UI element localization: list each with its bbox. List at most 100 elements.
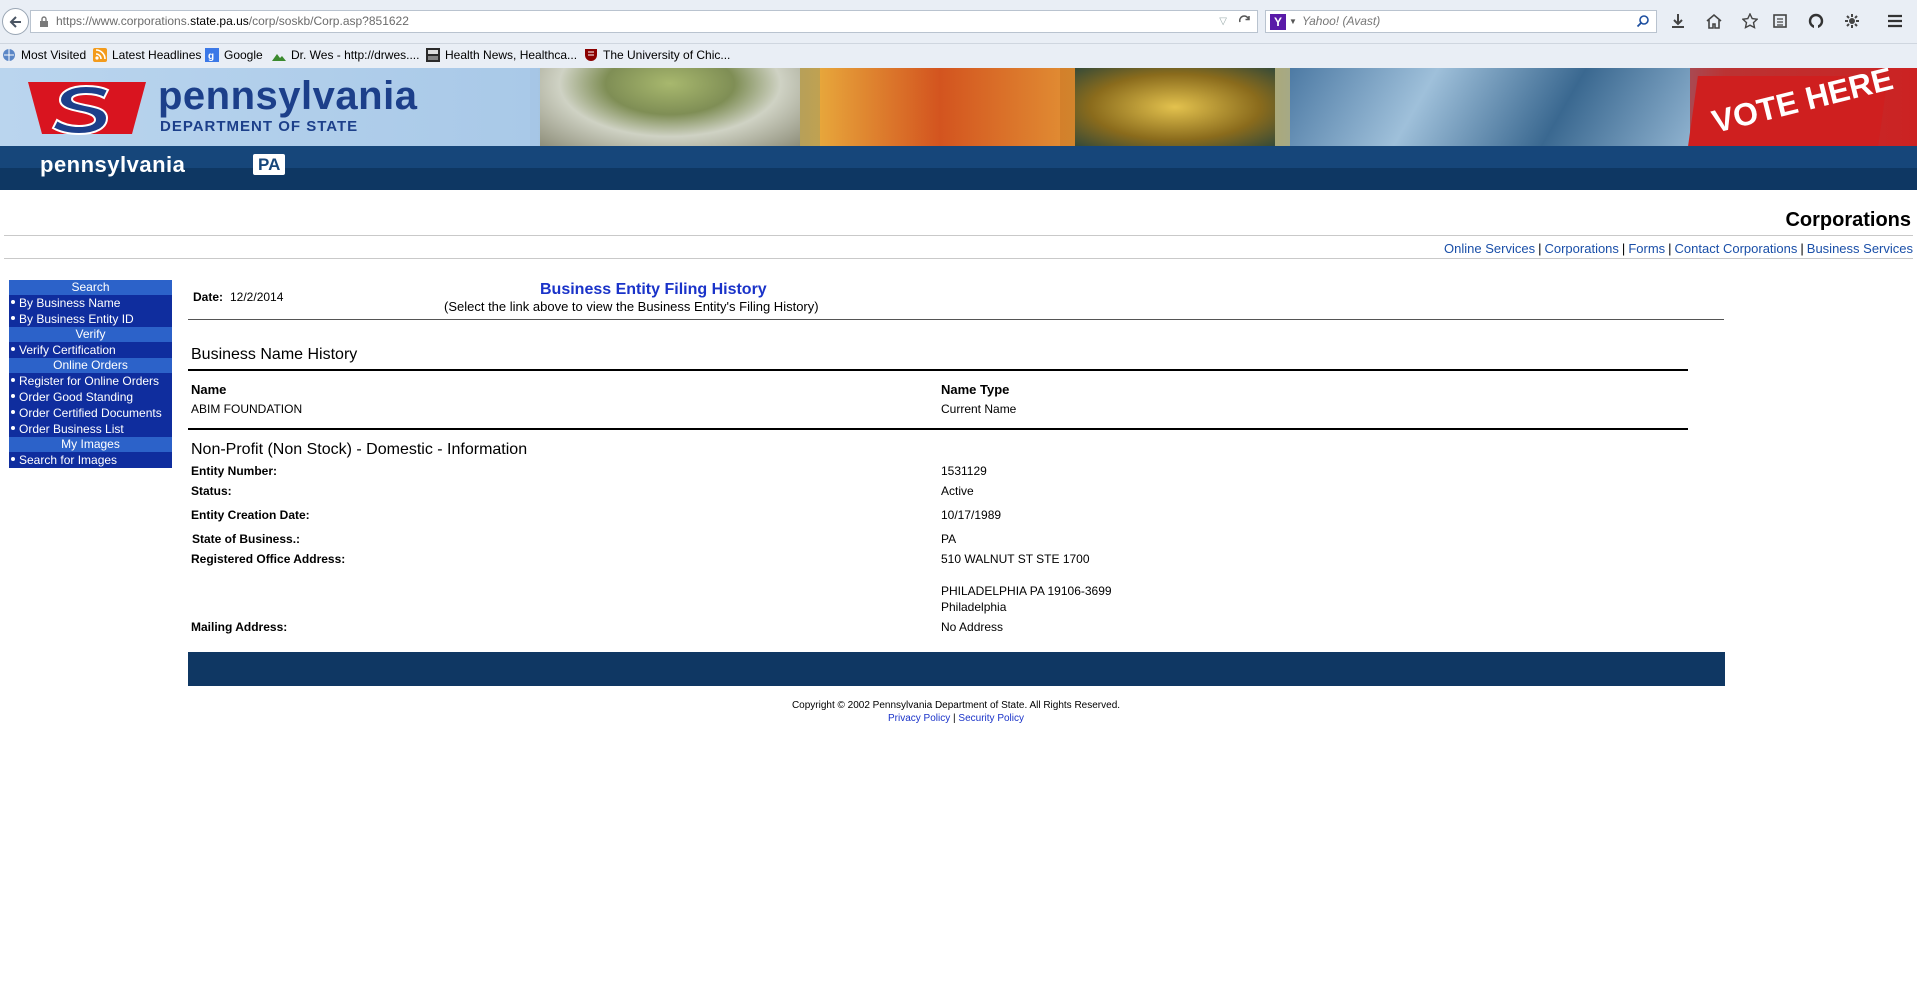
banner-strip-lower xyxy=(0,168,1917,190)
bookmark-health-news[interactable]: Health News, Healthca... xyxy=(426,48,577,62)
status-label: Status: xyxy=(191,484,232,498)
pa-badge[interactable]: PA xyxy=(253,154,286,175)
column-header-name-type: Name Type xyxy=(941,382,1010,397)
search-placeholder: Yahoo! (Avast) xyxy=(1302,14,1381,28)
nav-heading-search: Search xyxy=(9,280,172,295)
registered-office-line3: Philadelphia xyxy=(941,600,1007,614)
bullet-icon xyxy=(11,378,15,382)
divider xyxy=(188,428,1688,430)
nav-contact-corporations[interactable]: Contact Corporations xyxy=(1675,241,1798,256)
nav-separator: | xyxy=(1800,241,1804,256)
bullet-icon xyxy=(11,457,15,461)
policy-links: Privacy Policy | Security Policy xyxy=(0,713,1912,724)
nav-business-services[interactable]: Business Services xyxy=(1807,241,1913,256)
bookmark-google[interactable]: g Google xyxy=(205,48,263,62)
engine-dropdown-icon[interactable]: ▼ xyxy=(1289,11,1297,32)
banner-title: pennsylvania xyxy=(158,74,418,118)
nav-by-business-name[interactable]: By Business Name xyxy=(9,295,172,311)
news-icon xyxy=(426,48,440,62)
column-header-name: Name xyxy=(191,382,227,397)
bookmark-most-visited[interactable]: Most Visited xyxy=(2,48,86,62)
state-of-business-value: PA xyxy=(941,532,957,546)
copyright-text: Copyright © 2002 Pennsylvania Department… xyxy=(791,700,1121,711)
nav-order-good-standing[interactable]: Order Good Standing xyxy=(9,389,172,405)
address-bar[interactable]: https://www.corporations.state.pa.us/cor… xyxy=(30,10,1258,33)
top-nav: Online Services | Corporations | Forms | Conta… xyxy=(1444,241,1913,256)
nav-heading-verify: Verify xyxy=(9,327,172,342)
bar-chart-image xyxy=(820,68,1060,146)
filing-history-note: (Select the link above to view the Busin… xyxy=(444,299,819,314)
nav-search-for-images[interactable]: Search for Images xyxy=(9,452,172,468)
bookmark-latest-headlines[interactable]: Latest Headlines xyxy=(93,48,201,62)
entity-number-label: Entity Number: xyxy=(191,464,278,478)
nav-order-certified-documents[interactable]: Order Certified Documents xyxy=(9,405,172,421)
bookmark-star-icon[interactable] xyxy=(1740,11,1760,31)
reload-icon[interactable] xyxy=(1238,15,1251,28)
rss-feed-icon xyxy=(93,48,107,62)
security-policy-link[interactable]: Security Policy xyxy=(958,713,1024,724)
mountain-icon xyxy=(272,54,286,61)
bullet-icon xyxy=(11,426,15,430)
nav-heading-my-images: My Images xyxy=(9,437,172,452)
bullet-icon xyxy=(11,410,15,414)
footer-bar xyxy=(188,652,1725,686)
entity-number-value: 1531129 xyxy=(941,464,987,478)
google-icon: g xyxy=(205,48,219,62)
yahoo-icon[interactable]: Y xyxy=(1270,14,1286,30)
nav-separator: | xyxy=(1621,241,1626,256)
bullet-icon xyxy=(11,316,15,320)
filing-history-link[interactable]: Business Entity Filing History xyxy=(540,281,767,299)
nav-separator: | xyxy=(1668,241,1672,256)
date-label: Date: xyxy=(193,290,224,304)
pennsylvania-wordmark[interactable]: pennsylvania xyxy=(40,152,185,178)
home-icon[interactable] xyxy=(1704,11,1724,31)
bookmark-dr-wes[interactable]: Dr. Wes - http://drwes.... xyxy=(272,48,419,62)
reading-list-icon[interactable] xyxy=(1770,11,1790,31)
privacy-policy-link[interactable]: Privacy Policy xyxy=(888,713,950,724)
svg-text:g: g xyxy=(208,51,214,62)
business-name-history-title: Business Name History xyxy=(191,346,358,363)
entity-name: ABIM FOUNDATION xyxy=(191,402,303,416)
nav-by-business-entity-id[interactable]: By Business Entity ID xyxy=(9,311,172,327)
nav-register-online-orders[interactable]: Register for Online Orders xyxy=(9,373,172,389)
bullet-icon xyxy=(11,347,15,351)
entity-info-title: Non-Profit (Non Stock) - Domestic - Info… xyxy=(191,441,528,458)
mailing-address-label: Mailing Address: xyxy=(191,620,288,634)
globe-icon xyxy=(3,49,15,61)
mailing-address-value: No Address xyxy=(941,620,1004,634)
gear-icon[interactable] xyxy=(1842,11,1862,31)
search-icon[interactable] xyxy=(1636,14,1650,28)
sync-icon[interactable] xyxy=(1806,11,1826,31)
nav-online-services[interactable]: Online Services xyxy=(1444,241,1535,256)
capitol-dome-image xyxy=(540,68,800,146)
nav-corporations[interactable]: Corporations xyxy=(1544,241,1618,256)
lock-icon xyxy=(40,16,48,27)
keystone-logo-icon xyxy=(28,82,146,136)
registered-office-label: Registered Office Address: xyxy=(191,552,346,566)
bullet-icon xyxy=(11,300,15,304)
nav-verify-certification[interactable]: Verify Certification xyxy=(9,342,172,358)
browser-toolbar: https://www.corporations.state.pa.us/cor… xyxy=(0,0,1917,44)
creation-date-label: Entity Creation Date: xyxy=(191,508,310,522)
bullet-icon xyxy=(11,394,15,398)
status-value: Active xyxy=(941,484,974,498)
stethoscope-image xyxy=(1290,68,1690,146)
left-nav: Search By Business Name By Business Enti… xyxy=(9,280,172,468)
state-of-business-label: State of Business.: xyxy=(192,532,301,546)
bookmark-university-chicago[interactable]: The University of Chic... xyxy=(584,48,730,62)
download-icon[interactable] xyxy=(1668,11,1688,31)
back-button[interactable] xyxy=(2,8,29,35)
registered-office-line1: 510 WALNUT ST STE 1700 xyxy=(941,552,1090,566)
section-title: Corporations xyxy=(1785,209,1911,231)
state-seal-image xyxy=(1075,68,1275,146)
creation-date-value: 10/17/1989 xyxy=(941,508,1002,522)
nav-forms[interactable]: Forms xyxy=(1628,241,1665,256)
menu-icon[interactable] xyxy=(1885,11,1905,31)
search-bar[interactable]: Y ▼ Yahoo! (Avast) xyxy=(1265,10,1657,33)
url-dropdown-icon[interactable]: ▽ xyxy=(1219,11,1227,32)
nav-order-business-list[interactable]: Order Business List xyxy=(9,421,172,437)
policy-separator: | xyxy=(953,713,956,724)
back-arrow-icon xyxy=(9,15,21,28)
bookmarks-bar: Most Visited Latest Headlines g Google D… xyxy=(0,44,1917,68)
url-text: https://www.corporations.state.pa.us/cor… xyxy=(56,14,409,28)
